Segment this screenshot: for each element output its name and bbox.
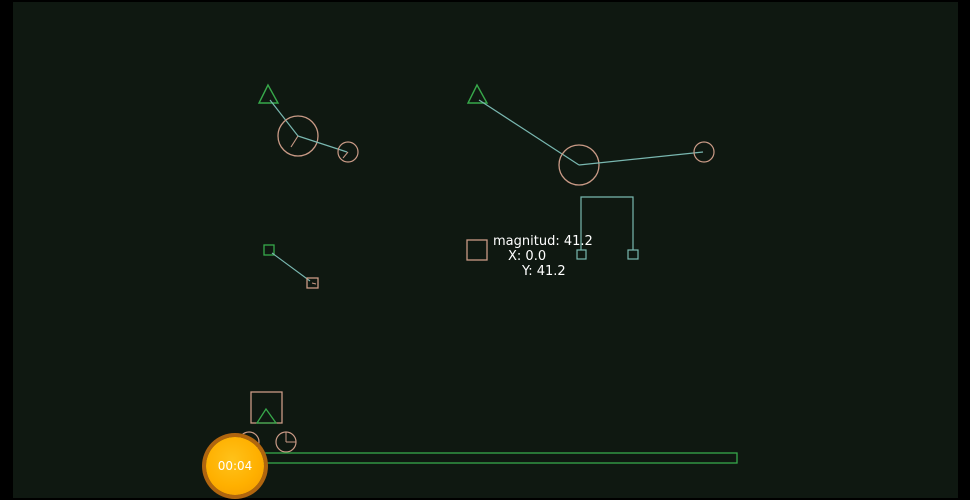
bracket-structure — [576, 196, 639, 260]
spring-link — [271, 252, 311, 282]
pendulum-one-rod-lower — [297, 135, 348, 153]
pendulum-two-rod-upper — [478, 99, 580, 166]
vector-origin-box[interactable] — [466, 239, 488, 261]
pendulum-one-small-tick — [342, 151, 349, 159]
pivot-triangle-left[interactable] — [257, 83, 280, 104]
timer-label: 00:04 — [217, 459, 253, 473]
pendulum-one-rod-upper — [269, 99, 299, 137]
simulation-stage: magnitud: 41.2 X: 0.0 Y: 41.2 00:04 — [0, 0, 970, 500]
ground-track — [241, 452, 738, 464]
x-component-readout: X: 0.0 — [508, 249, 547, 264]
bracket-foot-right[interactable] — [627, 249, 639, 260]
magnitude-readout: magnitud: 41.2 — [493, 234, 593, 249]
pendulum-one — [257, 83, 359, 163]
bracket-foot-left[interactable] — [576, 249, 587, 260]
force-vector-group — [466, 239, 488, 261]
physics-scene — [238, 83, 738, 464]
y-component-readout: Y: 41.2 — [522, 264, 566, 279]
pendulum-one-angle-tick — [290, 135, 299, 148]
cart-body[interactable] — [250, 391, 283, 424]
mass-square-tick — [311, 282, 317, 285]
timer-button[interactable]: 00:04 — [206, 437, 264, 495]
spring-pair — [263, 244, 319, 289]
pendulum-two — [466, 83, 715, 186]
pendulum-two-bob-small[interactable] — [693, 141, 715, 163]
cart-triangle — [255, 407, 278, 424]
pivot-triangle-right[interactable] — [466, 83, 489, 104]
